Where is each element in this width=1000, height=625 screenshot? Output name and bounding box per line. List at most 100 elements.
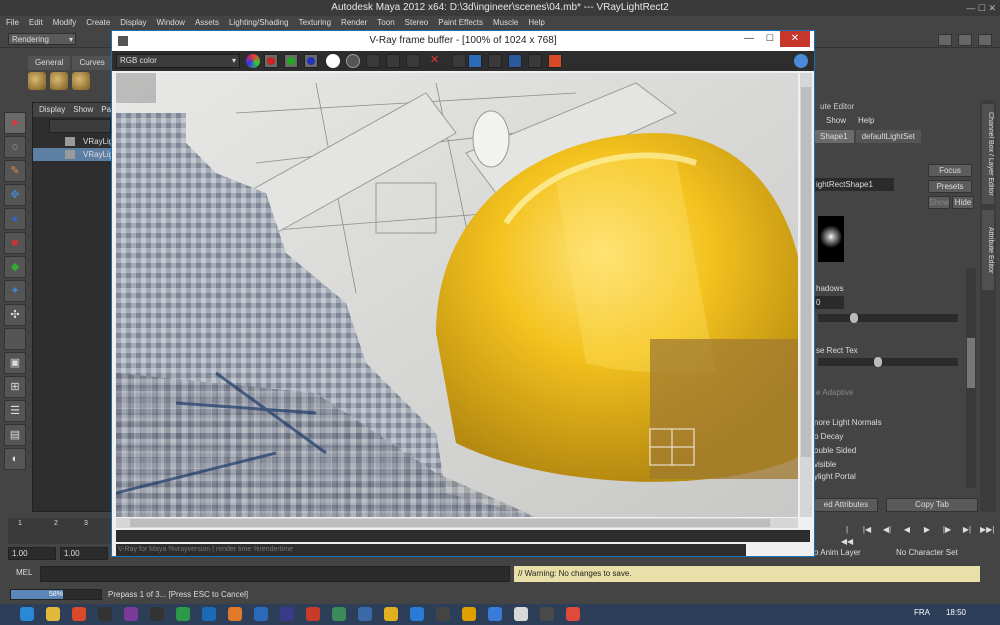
alpha-channel-icon[interactable]: [326, 54, 340, 68]
move-tool[interactable]: ✥: [4, 184, 26, 206]
menu-edit[interactable]: Edit: [29, 16, 43, 30]
mono-icon[interactable]: [346, 54, 360, 68]
menu-display[interactable]: Display: [120, 16, 146, 30]
taskbar-app-icon[interactable]: [488, 607, 502, 621]
menu-texturing[interactable]: Texturing: [299, 16, 331, 30]
vfb-vertical-scrollbar[interactable]: [800, 73, 812, 517]
system-clock[interactable]: 18:50: [946, 608, 966, 617]
clear-icon[interactable]: ✕: [430, 53, 439, 66]
panel-toggle-icon[interactable]: [938, 34, 952, 46]
go-end-icon[interactable]: ▶▶|: [980, 524, 994, 536]
taskbar-app-icon[interactable]: [384, 607, 398, 621]
menu-create[interactable]: Create: [86, 16, 110, 30]
outliner-menu-show[interactable]: Show: [73, 103, 93, 117]
hide-button[interactable]: Hide: [952, 196, 974, 209]
shelf-tool-icon[interactable]: [28, 72, 46, 90]
render-canvas[interactable]: [116, 73, 798, 517]
taskbar-app-icon[interactable]: [202, 607, 216, 621]
taskbar-app-icon[interactable]: [254, 607, 268, 621]
panel-toggle-icon[interactable]: [978, 34, 992, 46]
tab-channel-box[interactable]: Channel Box / Layer Editor: [982, 104, 994, 204]
taskbar-app-icon[interactable]: [72, 607, 86, 621]
shelf-tab-general[interactable]: General: [28, 56, 71, 70]
minimize-button[interactable]: —: [744, 33, 754, 44]
mel-input[interactable]: [40, 566, 510, 582]
skylight-portal-check[interactable]: ylight Portal: [814, 470, 964, 483]
scroll-thumb[interactable]: [967, 338, 975, 388]
play-back-icon[interactable]: ◀: [900, 524, 914, 536]
save-all-icon[interactable]: [386, 54, 400, 68]
outliner-item[interactable]: VRayLight: [33, 135, 120, 148]
slider-knob[interactable]: [874, 357, 882, 367]
last-tool[interactable]: [4, 328, 26, 350]
soft-mod-tool[interactable]: ✦: [4, 280, 26, 302]
time-slider[interactable]: 1 2 3: [8, 518, 112, 544]
taskbar-app-icon[interactable]: [150, 607, 164, 621]
save-icon[interactable]: [366, 54, 380, 68]
vfb-horizontal-scrollbar[interactable]: [116, 518, 798, 528]
taskbar-app-icon[interactable]: [332, 607, 346, 621]
ae-menu-show[interactable]: Show: [826, 114, 846, 128]
taskbar-app-icon[interactable]: [358, 607, 372, 621]
shadows-slider[interactable]: [818, 313, 958, 323]
close-button[interactable]: ✕: [780, 31, 810, 47]
presets-button[interactable]: Presets: [928, 180, 972, 193]
attribute-editor-scrollbar[interactable]: [966, 268, 976, 488]
taskbar-app-icon[interactable]: [228, 607, 242, 621]
language-indicator[interactable]: FRA: [914, 608, 930, 617]
green-channel-button[interactable]: [284, 54, 298, 68]
manipulator-tool[interactable]: ◆: [4, 256, 26, 278]
render-last-icon[interactable]: [488, 54, 502, 68]
select-tool[interactable]: ➤: [4, 112, 26, 134]
no-decay-check[interactable]: o Decay: [814, 430, 964, 443]
rotate-tool[interactable]: ●: [4, 208, 26, 230]
taskbar-app-icon[interactable]: [280, 607, 294, 621]
menu-help[interactable]: Help: [528, 16, 544, 30]
ignore-light-normals-check[interactable]: nore Light Normals: [814, 416, 964, 429]
panel-toggle-icon[interactable]: [958, 34, 972, 46]
step-forward-icon[interactable]: ▶|: [960, 524, 974, 536]
ab-compare-icon[interactable]: [548, 54, 562, 68]
start-time-field[interactable]: 1.00: [8, 547, 56, 560]
menu-paint-effects[interactable]: Paint Effects: [438, 16, 483, 30]
ae-menu-help[interactable]: Help: [858, 114, 874, 128]
mel-label[interactable]: MEL: [16, 568, 32, 577]
menu-modify[interactable]: Modify: [53, 16, 77, 30]
rect-tex-slider[interactable]: [818, 357, 958, 367]
link-to-viewport-icon[interactable]: [508, 54, 522, 68]
play-icon[interactable]: ▶: [920, 524, 934, 536]
taskbar-app-icon[interactable]: [20, 607, 34, 621]
prev-key-icon[interactable]: ◀|: [880, 524, 894, 536]
taskbar-app-icon[interactable]: [98, 607, 112, 621]
tab-attribute-editor[interactable]: Attribute Editor: [982, 210, 994, 290]
vfb-titlebar[interactable]: V-Ray frame buffer - [100% of 1024 x 768…: [112, 31, 814, 51]
paint-tool[interactable]: ✎: [4, 160, 26, 182]
shelf-tool-icon[interactable]: [50, 72, 68, 90]
load-icon[interactable]: [406, 54, 420, 68]
red-channel-button[interactable]: [264, 54, 278, 68]
taskbar-app-icon[interactable]: [566, 607, 580, 621]
track-mouse-icon[interactable]: [452, 54, 466, 68]
taskbar-app-icon[interactable]: [176, 607, 190, 621]
menu-muscle[interactable]: Muscle: [493, 16, 518, 30]
menu-assets[interactable]: Assets: [195, 16, 219, 30]
shadows-value-field[interactable]: 0: [814, 296, 844, 309]
shelf-tab-curves[interactable]: Curves: [72, 56, 112, 70]
outliner-item-selected[interactable]: VRayLigh: [33, 148, 118, 161]
taskbar-app-icon[interactable]: [436, 607, 450, 621]
focus-button[interactable]: Focus: [928, 164, 972, 177]
taskbar-app-icon[interactable]: [410, 607, 424, 621]
taskbar-app-icon[interactable]: [306, 607, 320, 621]
menu-file[interactable]: File: [6, 16, 19, 30]
layout-hypershade-button[interactable]: ◐: [4, 448, 26, 470]
layout-persp-button[interactable]: ▤: [4, 424, 26, 446]
blue-channel-button[interactable]: [304, 54, 318, 68]
menu-render[interactable]: Render: [341, 16, 367, 30]
menu-window[interactable]: Window: [157, 16, 185, 30]
taskbar-app-icon[interactable]: [540, 607, 554, 621]
menu-toon[interactable]: Toon: [377, 16, 394, 30]
taskbar-app-icon[interactable]: [514, 607, 528, 621]
node-name-field[interactable]: ightRectShape1: [814, 178, 894, 191]
menu-set-select[interactable]: Rendering: [8, 33, 76, 45]
tab-light-shape[interactable]: Shape1: [814, 130, 854, 143]
